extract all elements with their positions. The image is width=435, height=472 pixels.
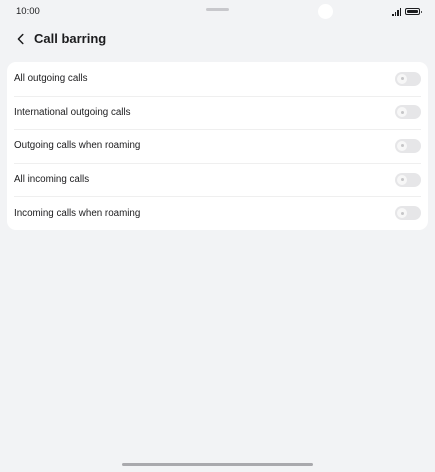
toggle-switch[interactable]	[395, 105, 421, 120]
back-button[interactable]	[12, 30, 30, 48]
settings-card: All outgoing calls International outgoin…	[7, 62, 428, 230]
setting-label: All incoming calls	[14, 174, 90, 186]
toggle-switch[interactable]	[395, 71, 421, 86]
setting-row-all-outgoing[interactable]: All outgoing calls	[7, 62, 428, 96]
top-handle	[206, 8, 229, 11]
battery-icon	[405, 8, 422, 15]
setting-row-international-outgoing[interactable]: International outgoing calls	[7, 95, 428, 130]
screen: 10:00 Call barring All outgoing calls In…	[0, 0, 435, 472]
setting-label: Outgoing calls when roaming	[14, 140, 141, 152]
setting-row-outgoing-roaming[interactable]: Outgoing calls when roaming	[7, 129, 428, 163]
status-time: 10:00	[16, 6, 40, 17]
front-camera	[318, 4, 333, 19]
toggle-switch[interactable]	[395, 206, 421, 221]
setting-label: Incoming calls when roaming	[14, 207, 141, 219]
setting-label: All outgoing calls	[14, 73, 88, 85]
chevron-left-icon	[17, 33, 24, 45]
setting-row-incoming-roaming[interactable]: Incoming calls when roaming	[7, 196, 428, 230]
status-icons	[392, 7, 422, 16]
signal-icon	[392, 7, 401, 16]
toggle-switch[interactable]	[395, 172, 421, 187]
page-title: Call barring	[34, 31, 107, 46]
status-bar: 10:00	[0, 0, 435, 24]
toggle-switch[interactable]	[395, 138, 421, 153]
setting-label: International outgoing calls	[14, 106, 131, 118]
header: Call barring	[0, 24, 435, 54]
home-indicator[interactable]	[122, 463, 313, 466]
setting-row-all-incoming[interactable]: All incoming calls	[7, 162, 428, 197]
